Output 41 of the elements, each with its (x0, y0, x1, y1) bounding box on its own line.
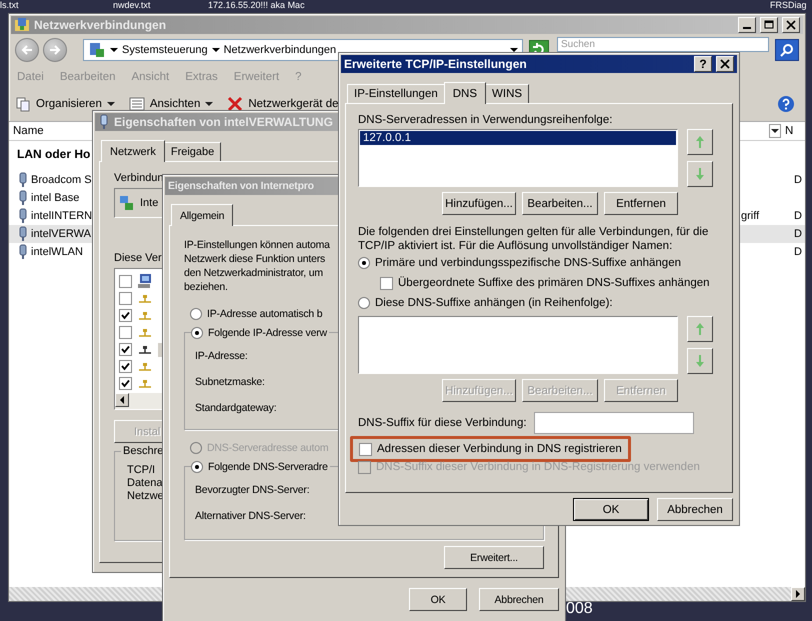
field-label: Subnetzmaske: (195, 375, 265, 390)
field-label: DNS-Serveradressen in Verwendungsreihenfolge: (358, 114, 612, 126)
connection-name: intel Base (31, 192, 80, 204)
checkbox-label: DNS-Suffix dieser Verbindung in DNS-Registrierung verwenden (376, 461, 700, 473)
window-title: Eigenschaften von intelVERWALTUNG (114, 115, 333, 129)
field-label: Verbindun (114, 172, 164, 184)
connection-name: intelWLAN (31, 246, 83, 258)
description-text: Netzwe (127, 490, 164, 503)
field-label: Alternativer DNS-Server: (195, 509, 306, 524)
description-text: den Netzwerkadministrator, um (184, 266, 323, 280)
field-label: IP-Adresse: (195, 349, 248, 364)
group-heading: LAN oder Ho (17, 147, 90, 161)
description-text: Die folgenden drei Einstellungen gelten für alle Verbindungen, für die TCP/IP aktiviert ist. Für die Auflösung unvollständiger Namen: (358, 225, 710, 253)
field-label: Bevorzugter DNS-Server: (195, 483, 310, 498)
field-label: Diese Ver (114, 252, 162, 264)
radio-label: Primäre und verbindungsspezifische DNS-Suffixe anhängen (375, 257, 681, 269)
radio-label: Folgende IP-Adresse verw (208, 327, 327, 339)
table-cell: D (794, 246, 802, 258)
window-title: Eigenschaften von Internetpro (168, 180, 314, 192)
field-label: DNS-Suffix für diese Verbindung: (358, 417, 527, 429)
connection-name: intelVERWA (31, 228, 91, 240)
radio-label: DNS-Serveradresse autom (207, 442, 328, 454)
description-text: Datena (127, 477, 162, 490)
description-text: TCP/I (127, 464, 156, 477)
table-cell: griff (741, 210, 760, 222)
field-label: Standardgateway: (195, 401, 276, 416)
radio-label: Folgende DNS-Serveradre (208, 461, 328, 473)
radio-label: IP-Adresse automatisch b (207, 308, 322, 320)
description-text: IP-Einstellungen können automa (184, 238, 330, 252)
table-cell: D (794, 174, 802, 186)
radio-label: Diese DNS-Suffixe anhängen (in Reihenfolge): (375, 297, 613, 309)
desktop-text: 008 (566, 600, 593, 618)
description-text: beziehen. (184, 280, 228, 294)
connection-name: Broadcom S (31, 174, 92, 186)
checkbox-label: Adressen dieser Verbindung in DNS registrieren (377, 443, 622, 455)
window-title: Netzwerkverbindungen (34, 18, 166, 32)
checkbox-label: Übergeordnete Suffixe des primären DNS-Suffixes anhängen (398, 277, 710, 289)
table-cell: D (794, 210, 802, 222)
description-text: Netzwerk diese Funktion unters (184, 252, 326, 266)
connection-name: intelINTERN (31, 210, 92, 222)
table-cell: D (794, 228, 802, 240)
